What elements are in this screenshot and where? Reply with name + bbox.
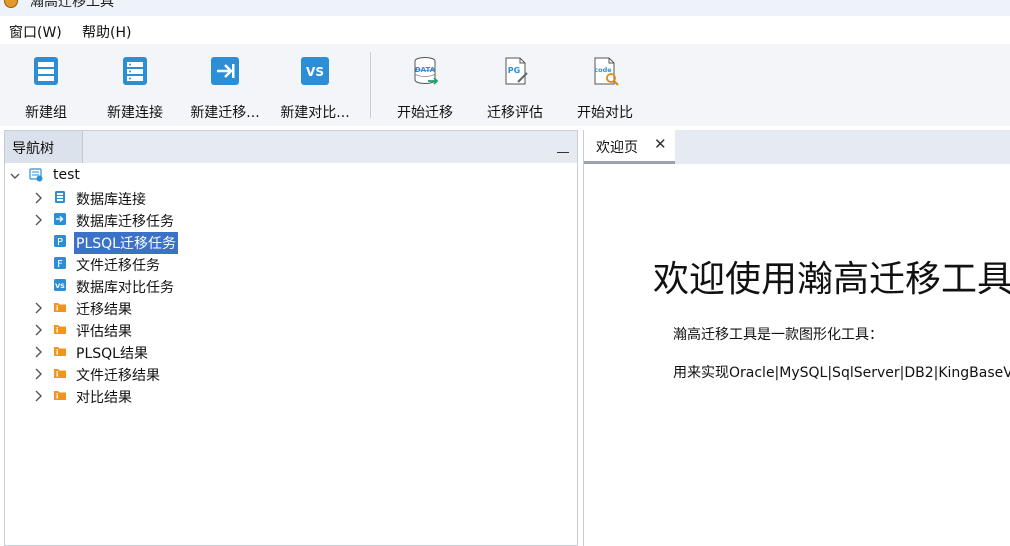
pg-glyph: PG: [508, 66, 520, 75]
new-compare-label: 新建对比...: [280, 105, 350, 121]
code-glyph: code: [594, 66, 612, 74]
start-compare-label: 开始对比: [577, 105, 633, 121]
migration-assess-label: 迁移评估: [487, 105, 543, 121]
tree-item-label: 文件迁移结果: [76, 368, 160, 384]
tab-welcome[interactable]: 欢迎页 ✕: [584, 130, 675, 164]
code-compare-icon: code: [594, 57, 619, 86]
vs-glyph: VS: [306, 65, 324, 79]
welcome-supported-databases: 用来实现Oracle|MySQL|SqlServer|DB2|KingBaseV…: [673, 365, 1010, 381]
tree-item-label: 文件迁移任务: [76, 258, 160, 274]
pg-assess-icon: PG: [505, 57, 528, 85]
tree-root-test[interactable]: test: [5, 165, 575, 187]
welcome-tab-label: 欢迎页: [596, 140, 638, 156]
folder-icon: [54, 391, 66, 400]
welcome-title: 欢迎使用瀚高迁移工具: [653, 259, 1010, 300]
content-panel: 欢迎页 ✕ 欢迎使用瀚高迁移工具 瀚高迁移工具是一款图形化工具： 用来实现Ora…: [583, 130, 1010, 546]
app-logo-icon: [4, 0, 18, 8]
chevron-right-icon[interactable]: [33, 301, 43, 315]
svg-text:F: F: [57, 259, 63, 270]
tree-item-file-migration-task[interactable]: F 文件迁移任务: [5, 253, 575, 275]
menu-window[interactable]: 窗口(W): [9, 22, 62, 42]
database-connection-icon: [55, 191, 65, 203]
title-bar: 瀚高迁移工具: [0, 0, 1010, 16]
new-migration-label: 新建迁移...: [190, 105, 260, 121]
migration-assess-button[interactable]: PG 迁移评估: [478, 52, 552, 122]
svg-text:VS: VS: [55, 282, 65, 290]
minimize-icon[interactable]: [557, 141, 569, 153]
migration-task-icon: [54, 213, 66, 225]
new-compare-button[interactable]: VS 新建对比...: [276, 52, 354, 122]
window-title: 瀚高迁移工具: [30, 0, 114, 10]
toolbar-separator: [370, 52, 371, 118]
tree-item-label-selected: PLSQL迁移任务: [74, 232, 178, 254]
new-group-button[interactable]: 新建组: [8, 52, 84, 122]
tree-item-plsql-migration-task[interactable]: P PLSQL迁移任务: [5, 231, 575, 254]
folder-icon: [54, 369, 66, 378]
project-icon: [29, 168, 43, 182]
svg-text:P: P: [57, 237, 63, 248]
new-migration-icon: [211, 57, 239, 85]
chevron-right-icon[interactable]: [33, 191, 43, 205]
database-data-icon: DATA: [414, 57, 439, 85]
new-connection-button[interactable]: 新建连接: [97, 52, 173, 122]
tree-item-compare-result[interactable]: 对比结果: [5, 385, 575, 407]
tree-item-label: 迁移结果: [76, 302, 132, 318]
tree-item-label: 数据库迁移任务: [76, 214, 174, 230]
file-task-icon: F: [54, 257, 66, 270]
menu-bar: 窗口(W) 帮助(H): [0, 16, 1010, 44]
new-connection-label: 新建连接: [107, 105, 163, 121]
close-icon[interactable]: ✕: [654, 135, 667, 153]
folder-icon: [54, 347, 66, 356]
tree-item-file-migration-result[interactable]: 文件迁移结果: [5, 363, 575, 385]
toolbar: 新建组 新建连接 新建迁移... VS 新建对比... DATA 开始迁移 PG…: [0, 44, 1010, 126]
compare-task-icon: VS: [54, 279, 66, 291]
folder-icon: [54, 303, 66, 312]
chevron-right-icon[interactable]: [33, 345, 43, 359]
tree-item-plsql-result[interactable]: PLSQL结果: [5, 341, 575, 363]
tree-item-label: 评估结果: [76, 324, 132, 340]
navigation-panel: 导航树 test 数据库连接 数据库迁移任务 P PLSQL迁移任务 F 文件迁…: [4, 130, 578, 546]
tab-navigation-tree[interactable]: 导航树: [5, 131, 83, 163]
new-compare-icon: VS: [301, 57, 329, 85]
start-migration-button[interactable]: DATA 开始迁移: [388, 52, 462, 122]
menu-help[interactable]: 帮助(H): [82, 22, 131, 42]
tree-item-label: 数据库对比任务: [76, 280, 174, 296]
tree-item-label: 对比结果: [76, 390, 132, 406]
chevron-right-icon[interactable]: [33, 213, 43, 227]
tree-item-label: 数据库连接: [76, 192, 146, 208]
start-compare-button[interactable]: code 开始对比: [568, 52, 642, 122]
tree-item-db-migration-task[interactable]: 数据库迁移任务: [5, 209, 575, 231]
nav-header: 导航树: [5, 131, 577, 163]
tree-item-assess-result[interactable]: 评估结果: [5, 319, 575, 341]
content-tab-bar: 欢迎页 ✕: [584, 130, 1010, 164]
tree-item-db-connection[interactable]: 数据库连接: [5, 187, 575, 209]
new-connection-icon: [123, 57, 147, 85]
tree-root-label: test: [53, 167, 80, 183]
new-migration-button[interactable]: 新建迁移...: [186, 52, 264, 122]
chevron-right-icon[interactable]: [33, 367, 43, 381]
new-group-icon: [34, 57, 58, 85]
start-migration-label: 开始迁移: [397, 105, 453, 121]
nav-tab-label: 导航树: [12, 141, 54, 157]
chevron-right-icon[interactable]: [33, 389, 43, 403]
tree-item-migration-result[interactable]: 迁移结果: [5, 297, 575, 319]
new-group-label: 新建组: [25, 105, 67, 121]
chevron-down-icon[interactable]: [10, 169, 20, 183]
chevron-right-icon[interactable]: [33, 323, 43, 337]
tree-item-db-compare-task[interactable]: VS 数据库对比任务: [5, 275, 575, 297]
folder-icon: [54, 325, 66, 334]
tree-item-label: PLSQL结果: [76, 346, 148, 362]
welcome-description: 瀚高迁移工具是一款图形化工具：: [673, 327, 883, 343]
plsql-task-icon: P: [54, 235, 66, 248]
data-glyph: DATA: [415, 66, 436, 74]
